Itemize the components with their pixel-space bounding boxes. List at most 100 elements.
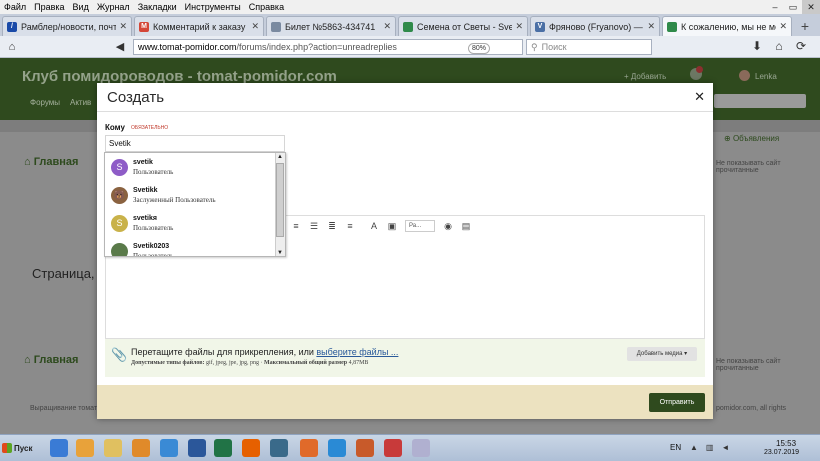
attach-types: Допустимые типы файлов: gif, jpeg, jpe, … [131, 360, 369, 366]
download-icon[interactable]: ⬇ [746, 39, 768, 53]
skype-icon[interactable] [328, 439, 346, 457]
autocomplete-item[interactable]: S svetik Пользователь [109, 155, 274, 181]
clock-time[interactable]: 15:53 [776, 439, 796, 448]
outlook-icon[interactable] [132, 439, 150, 457]
scroll-down-icon[interactable]: ▼ [275, 249, 285, 256]
site-add-button[interactable]: + Добавить [624, 72, 666, 81]
recipient-input[interactable]: Svetik [105, 135, 285, 152]
zoom-indicator[interactable]: 80% [468, 43, 490, 54]
new-tab-icon[interactable]: + [794, 16, 816, 36]
app-icon[interactable] [356, 439, 374, 457]
site-nav-forums[interactable]: Форумы [30, 98, 60, 107]
menu-file[interactable]: Файл [4, 2, 26, 12]
app-icon[interactable] [300, 439, 318, 457]
align-right-icon[interactable]: ≣ [323, 221, 341, 232]
autocomplete-item[interactable]: 🐻 Svetikk Заслуженный Пользователь [109, 183, 274, 209]
back-icon[interactable]: ◀ [112, 39, 128, 55]
explorer-icon[interactable] [104, 439, 122, 457]
choose-files-link[interactable]: выберите файлы ... [316, 347, 398, 357]
font-size-select[interactable]: Ра... [405, 220, 435, 232]
close-window-icon[interactable]: ✕ [802, 0, 820, 14]
to-label: Кому [105, 123, 125, 132]
app-icon[interactable] [384, 439, 402, 457]
start-label: Пуск [14, 443, 33, 453]
tab-vk[interactable]: V Фряново (Fryanovo) — Ver ✕ [530, 16, 660, 36]
drafts-icon[interactable]: ▤ [457, 221, 475, 232]
sync-icon[interactable]: ⟳ [790, 39, 812, 53]
tab-ticket[interactable]: Билет №5863-434741 ✕ [266, 16, 396, 36]
menu-tools[interactable]: Инструменты [185, 2, 241, 12]
attachment-zone[interactable]: 📎 Перетащите файлы для прикрепления, или… [105, 339, 705, 377]
url-bar[interactable]: www.tomat-pomidor.com/forums/index.php?a… [133, 39, 523, 55]
menu-help[interactable]: Справка [249, 2, 284, 12]
mark-read-link[interactable]: Не показывать сайт прочитанные [716, 160, 820, 174]
clock-date[interactable]: 23.07.2019 [764, 449, 799, 456]
maximize-icon[interactable]: ▭ [784, 0, 802, 14]
tab-title: Билет №5863-434741 [285, 21, 376, 32]
volume-icon[interactable]: ◄ [721, 443, 729, 452]
menu-view[interactable]: Вид [73, 2, 89, 12]
breadcrumb-home[interactable]: ⌂ Главная [24, 156, 78, 168]
start-button[interactable]: Пуск [2, 438, 34, 458]
ie-icon[interactable] [50, 439, 68, 457]
menu-edit[interactable]: Правка [34, 2, 64, 12]
search-input[interactable]: ⚲ Поиск [526, 39, 652, 55]
skype-icon[interactable] [160, 439, 178, 457]
required-badge: ОБЯЗАТЕЛЬНО [131, 125, 169, 131]
taskbar: Пуск EN ▲ ▥ ◄ 15:53 23.07.2019 [0, 434, 820, 461]
avatar [111, 243, 128, 256]
breadcrumb-home-label: Главная [33, 156, 79, 168]
menu-history[interactable]: Журнал [97, 2, 130, 12]
autocomplete-name: svetik [133, 159, 153, 166]
text-color-icon[interactable]: A [365, 221, 383, 231]
home-page-icon[interactable]: ⌂ [768, 39, 790, 53]
autocomplete-item[interactable]: S svetikя Пользователь [109, 211, 274, 237]
app-icon[interactable] [270, 439, 288, 457]
mark-read-link-bottom[interactable]: Не показывать сайт прочитанные [716, 358, 820, 372]
close-tab-icon[interactable]: ✕ [119, 21, 127, 32]
network-icon[interactable]: ▥ [706, 443, 714, 452]
menu-bookmarks[interactable]: Закладки [138, 2, 177, 12]
tab-current[interactable]: К сожалению, мы не могли ✕ [662, 16, 792, 36]
scroll-up-icon[interactable]: ▲ [275, 153, 285, 162]
scrollbar-thumb[interactable] [276, 163, 284, 237]
site-nav-activity[interactable]: Актив [70, 98, 91, 107]
highlight-icon[interactable]: ▣ [383, 221, 401, 232]
tab-rambler[interactable]: / Рамблер/новости, почта и ✕ [2, 16, 132, 36]
close-tab-icon[interactable]: ✕ [251, 21, 259, 32]
media-player-icon[interactable] [76, 439, 94, 457]
scrollbar[interactable]: ▲ ▼ [275, 153, 285, 256]
types-value: gif, jpeg, jpe, jpg, png [206, 360, 260, 366]
navigation-bar: ⌂ ◀ ▶ www.tomat-pomidor.com/forums/index… [0, 36, 820, 58]
close-icon[interactable]: ✕ [694, 89, 705, 105]
minimize-icon[interactable]: – [766, 0, 784, 14]
close-tab-icon[interactable]: ✕ [515, 21, 523, 32]
snipping-tool-icon[interactable] [412, 439, 430, 457]
firefox-icon[interactable] [242, 439, 260, 457]
autocomplete-item[interactable]: Svetik0203 Пользователь [109, 239, 274, 256]
close-tab-icon[interactable]: ✕ [647, 21, 655, 32]
word-icon[interactable] [188, 439, 206, 457]
close-tab-icon[interactable]: ✕ [383, 21, 391, 32]
align-center-icon[interactable]: ☰ [305, 221, 323, 232]
search-icon: ⚲ [531, 41, 538, 52]
types-label: Допустимые типы файлов: [131, 360, 205, 366]
preview-eye-icon[interactable]: ◉ [439, 221, 457, 232]
site-search-input[interactable] [714, 94, 806, 108]
tab-gmail[interactable]: M Комментарий к заказу на ✕ [134, 16, 264, 36]
tray-up-icon[interactable]: ▲ [690, 443, 698, 452]
tab-seeds[interactable]: Семена от Светы - Svetik ✕ [398, 16, 528, 36]
home-icon[interactable]: ⌂ [4, 39, 20, 55]
align-left-icon[interactable]: ≡ [287, 221, 305, 231]
add-media-button[interactable]: Добавить медиа ▾ [627, 347, 697, 361]
site-username[interactable]: Lenka [755, 72, 777, 81]
avatar[interactable] [739, 70, 750, 81]
language-indicator[interactable]: EN [670, 443, 681, 452]
close-tab-icon[interactable]: ✕ [779, 21, 787, 32]
recipient-autocomplete: S svetik Пользователь 🐻 Svetikk Заслужен… [104, 152, 286, 257]
align-justify-icon[interactable]: ≡ [341, 221, 359, 231]
announcements-link[interactable]: ⊕ Объявления [724, 134, 779, 143]
breadcrumb-home-bottom[interactable]: ⌂ Главная [24, 354, 78, 366]
excel-icon[interactable] [214, 439, 232, 457]
send-button[interactable]: Отправить [649, 393, 705, 412]
